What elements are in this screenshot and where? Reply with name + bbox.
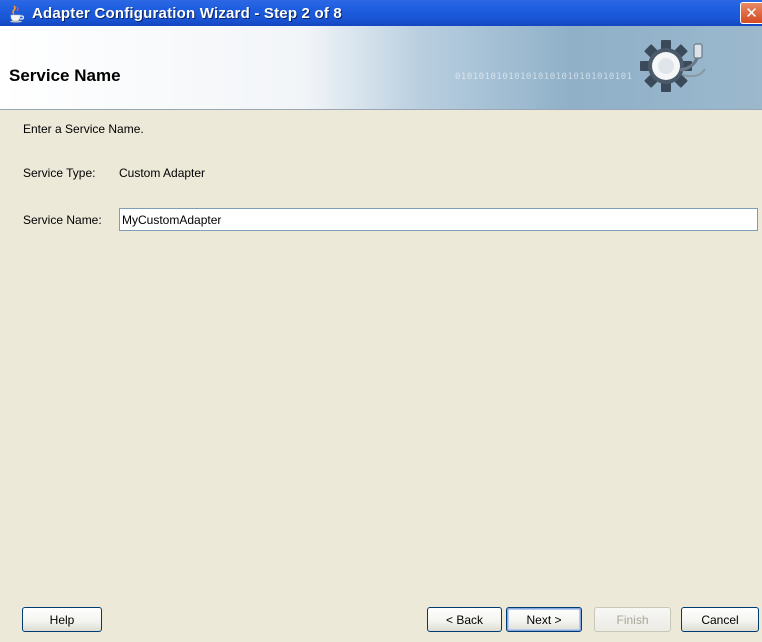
- service-name-input[interactable]: [119, 208, 758, 231]
- instruction-text: Enter a Service Name.: [23, 122, 144, 136]
- finish-button[interactable]: Finish: [594, 607, 671, 632]
- page-title: Service Name: [9, 66, 121, 85]
- wizard-window: Adapter Configuration Wizard - Step 2 of…: [0, 0, 762, 642]
- window-title: Adapter Configuration Wizard - Step 2 of…: [32, 4, 342, 22]
- service-type-label: Service Type:: [23, 166, 96, 180]
- back-button[interactable]: < Back: [427, 607, 502, 632]
- cancel-button[interactable]: Cancel: [681, 607, 759, 632]
- service-name-row: Service Name:: [23, 208, 758, 231]
- button-bar: Help < Back Next > Finish Cancel: [0, 597, 762, 642]
- wizard-content: Enter a Service Name. Service Type: Cust…: [0, 110, 762, 590]
- gear-plug-icon: [640, 40, 706, 92]
- title-bar[interactable]: Adapter Configuration Wizard - Step 2 of…: [0, 0, 762, 26]
- help-button[interactable]: Help: [22, 607, 102, 632]
- next-button[interactable]: Next >: [506, 607, 582, 632]
- service-name-label: Service Name:: [23, 212, 102, 227]
- java-cup-icon: [10, 5, 25, 23]
- close-button[interactable]: ✕: [740, 2, 762, 24]
- banner-binary-text: 010101010101010101010101010101: [455, 72, 633, 82]
- service-type-value: Custom Adapter: [119, 166, 206, 180]
- service-type-row: Service Type: Custom Adapter: [23, 166, 205, 180]
- header-banner: 010101010101010101010101010101 Service N…: [0, 26, 762, 110]
- close-icon: ✕: [745, 5, 758, 22]
